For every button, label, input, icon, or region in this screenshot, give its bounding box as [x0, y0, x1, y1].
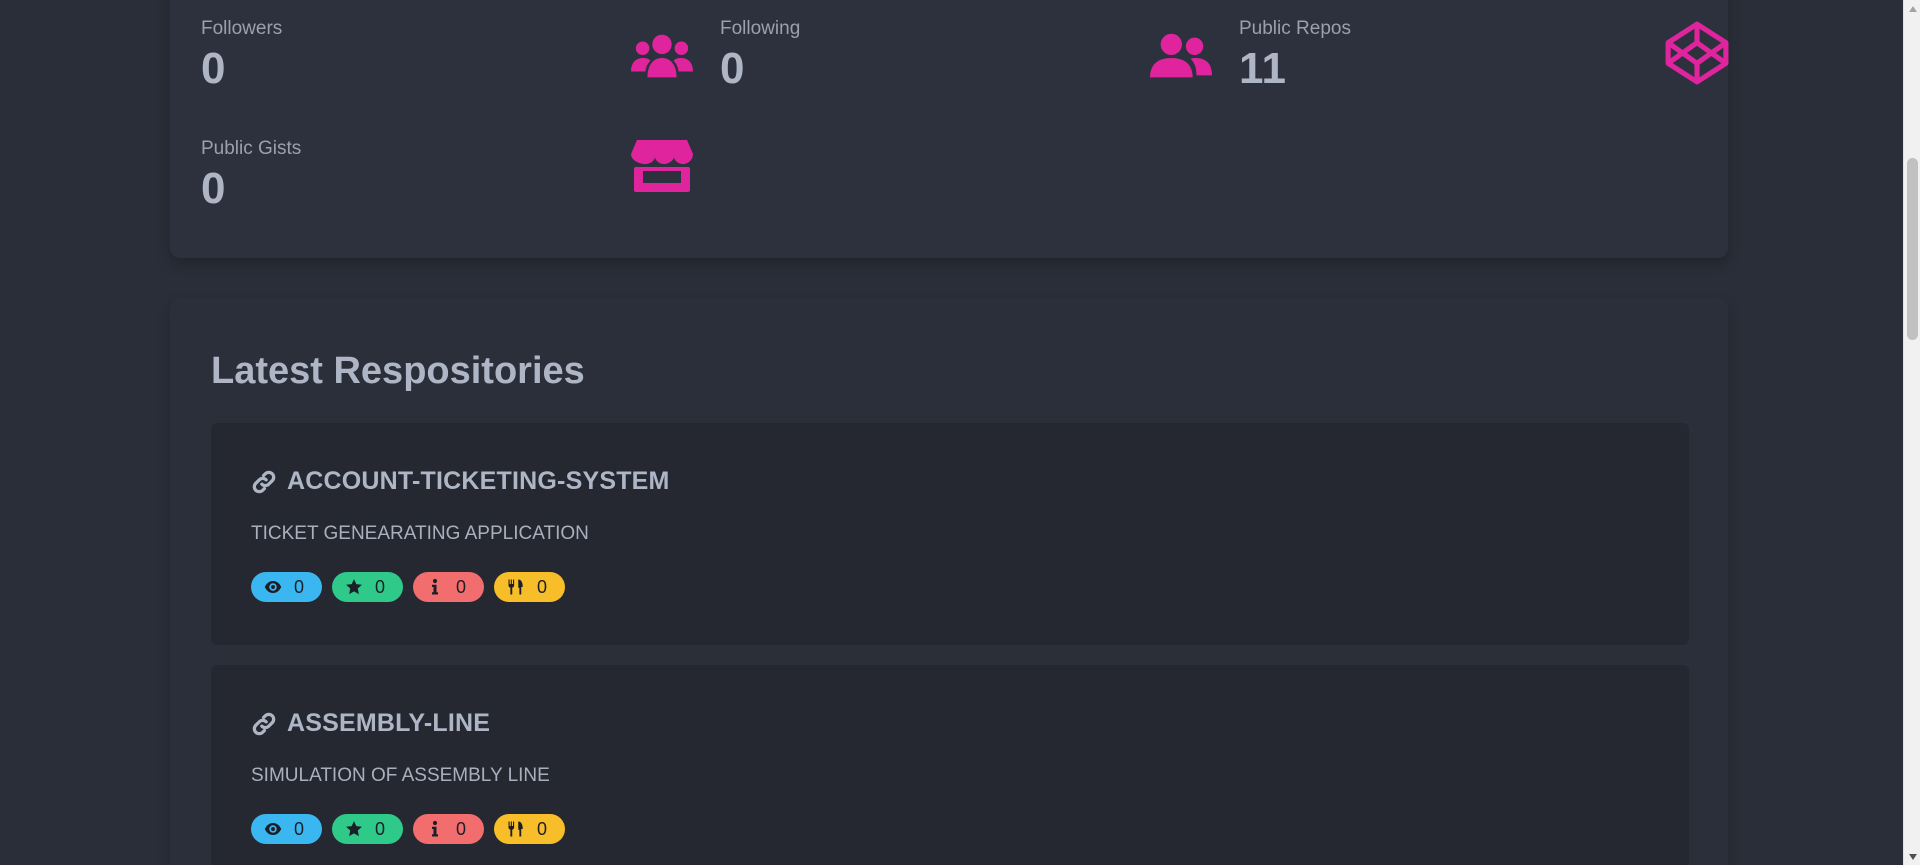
page: Followers 0 Following 0 Public Repos 11 …: [0, 0, 1920, 865]
info-icon: [432, 820, 438, 837]
forks-count: 0: [537, 818, 548, 839]
stars-badge: 0: [332, 814, 403, 844]
scrollbar-thumb[interactable]: [1907, 158, 1918, 340]
repo-title-row[interactable]: ACCOUNT-TICKETING-SYSTEM: [251, 467, 670, 496]
utensils-icon: [508, 821, 523, 837]
stat-label: Following: [720, 18, 801, 39]
forks-badge: 0: [494, 572, 565, 602]
issues-badge: 0: [413, 572, 484, 602]
stars-count: 0: [375, 576, 386, 597]
profile-stats-card: Followers 0 Following 0 Public Repos 11 …: [170, 0, 1729, 258]
repo-card: ACCOUNT-TICKETING-SYSTEM TICKET GENEARAT…: [211, 423, 1689, 645]
stat-value: 0: [201, 44, 226, 93]
watchers-badge: 0: [251, 814, 322, 844]
latest-repositories-section: Latest Respositories ACCOUNT-TICKETING-S…: [170, 298, 1728, 865]
watchers-count: 0: [294, 576, 305, 597]
watchers-badge: 0: [251, 572, 322, 602]
utensils-icon: [508, 579, 523, 595]
issues-count: 0: [456, 818, 467, 839]
section-title: Latest Respositories: [211, 350, 585, 392]
info-icon: [432, 578, 438, 595]
scroll-down-arrow-icon[interactable]: [1904, 848, 1920, 865]
codepen-cube-icon: [1664, 20, 1730, 86]
issues-badge: 0: [413, 814, 484, 844]
repo-title-row[interactable]: ASSEMBLY-LINE: [251, 709, 490, 738]
repo-badges: 0 0 0 0: [251, 814, 565, 844]
stat-public-repos: Public Repos 11: [1239, 18, 1729, 108]
repo-card: ASSEMBLY-LINE SIMULATION OF ASSEMBLY LIN…: [211, 665, 1689, 865]
eye-icon: [264, 823, 282, 835]
repo-name-link[interactable]: ASSEMBLY-LINE: [287, 709, 490, 738]
stat-label: Public Repos: [1239, 18, 1351, 39]
stars-count: 0: [375, 818, 386, 839]
link-icon: [252, 712, 276, 735]
star-icon: [346, 579, 362, 595]
scroll-up-arrow-icon[interactable]: [1904, 0, 1920, 17]
stat-label: Public Gists: [201, 138, 302, 159]
watchers-count: 0: [294, 818, 305, 839]
store-icon: [631, 138, 693, 192]
repo-description: TICKET GENEARATING APPLICATION: [251, 523, 589, 544]
stat-value: 0: [201, 164, 226, 213]
stat-label: Followers: [201, 18, 283, 39]
users-icon: [631, 28, 693, 84]
issues-count: 0: [456, 576, 467, 597]
stat-public-gists: Public Gists 0: [201, 138, 693, 228]
forks-count: 0: [537, 576, 548, 597]
stat-value: 0: [720, 44, 745, 93]
stars-badge: 0: [332, 572, 403, 602]
repo-badges: 0 0 0 0: [251, 572, 565, 602]
stat-value: 11: [1239, 44, 1287, 93]
repo-description: SIMULATION OF ASSEMBLY LINE: [251, 765, 550, 786]
link-icon: [252, 470, 276, 493]
repo-name-link[interactable]: ACCOUNT-TICKETING-SYSTEM: [287, 467, 670, 496]
stat-following: Following 0: [720, 18, 1212, 108]
star-icon: [346, 821, 362, 837]
stat-followers: Followers 0: [201, 18, 693, 108]
page-scrollbar[interactable]: [1903, 0, 1920, 865]
forks-badge: 0: [494, 814, 565, 844]
user-friends-icon: [1150, 28, 1212, 84]
eye-icon: [264, 581, 282, 593]
